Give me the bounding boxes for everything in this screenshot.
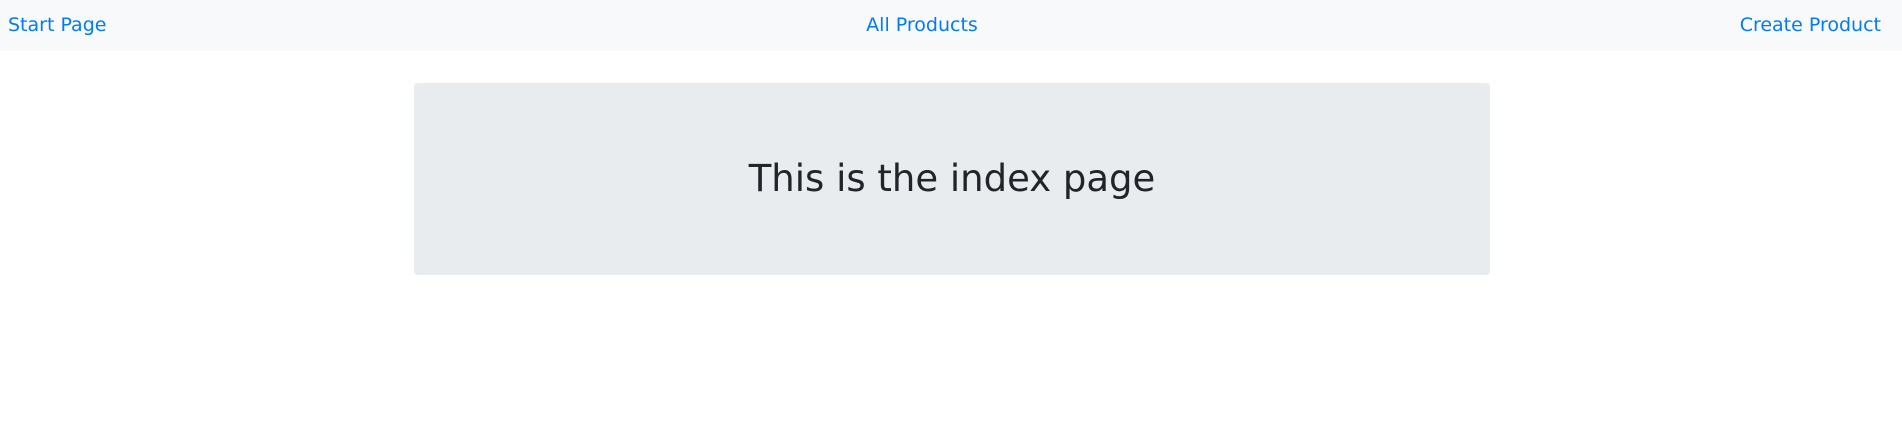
- page-title: This is the index page: [748, 156, 1156, 200]
- nav-link-all-products[interactable]: All Products: [866, 14, 978, 37]
- top-navbar: Start Page All Products Create Product: [0, 0, 1902, 51]
- nav-link-start-page[interactable]: Start Page: [8, 14, 106, 37]
- nav-link-create-product[interactable]: Create Product: [1740, 14, 1881, 37]
- index-jumbotron: This is the index page: [414, 83, 1490, 275]
